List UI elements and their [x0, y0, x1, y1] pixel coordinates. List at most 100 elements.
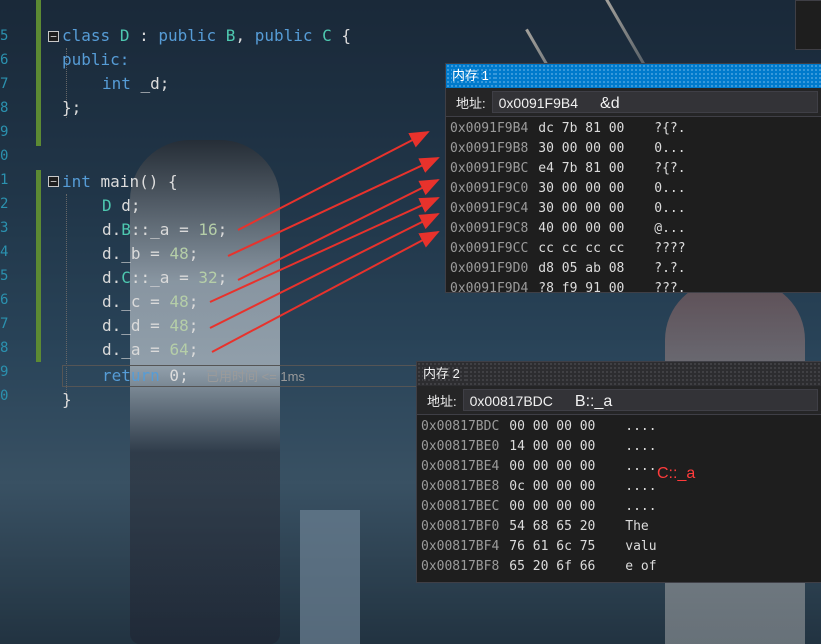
memory-ascii: ....	[625, 439, 657, 454]
memory-ascii: e of	[625, 559, 657, 574]
memory-row[interactable]: 0x0091F9C0 30 00 00 00 0...	[446, 179, 821, 199]
line-number: 7	[0, 76, 9, 92]
red-annotation-text: &d	[600, 95, 620, 112]
change-indicator-bar	[36, 170, 41, 362]
memory-row[interactable]: 0x0091F9CC cc cc cc cc????	[446, 239, 821, 259]
address-value: 0x00817BDC	[469, 393, 553, 409]
code-token: ;	[217, 268, 228, 287]
memory-ascii: 0...	[654, 181, 686, 196]
memory-ascii: 0...	[654, 141, 686, 156]
code-token: ;	[217, 220, 228, 239]
memory-bytes: 00 00 00 00	[509, 459, 596, 474]
address-input[interactable]: 0x0091F9B4 &d	[491, 91, 818, 113]
punct: {	[331, 26, 352, 45]
address-label: 地址:	[427, 393, 457, 409]
memory-ascii: ?{?.	[654, 161, 686, 176]
memory-bytes: 00 00 00 00	[509, 499, 596, 514]
memory-row[interactable]: 0x00817BF4 76 61 6c 75 valu	[417, 537, 821, 557]
keyword: int	[62, 172, 91, 191]
memory-row[interactable]: 0x0091F9BC e4 7b 81 00 ?{?.	[446, 159, 821, 179]
memory-window-title-text: 内存 1	[452, 68, 495, 83]
code-line-class-close: };	[62, 98, 82, 117]
line-number: 3	[0, 220, 9, 236]
memory-address: 0x00817BE8	[421, 479, 500, 494]
address-input[interactable]: 0x00817BDC B::_a	[462, 389, 818, 411]
memory-ascii: ....	[625, 479, 657, 494]
memory-row[interactable]: 0x0091F9D0 d8 05 ab 08?.?.	[446, 259, 821, 279]
memory-bytes: e4 7b 81 00	[538, 161, 625, 176]
memory-rows: 0x00817BDC 00 00 00 00.... 0x00817BE0 14 00…	[417, 415, 821, 577]
memory-bytes: cc cc cc cc	[538, 241, 625, 256]
address-bar: 地址: 0x00817BDC B::_a	[417, 386, 821, 415]
memory-row[interactable]: 0x0091F9C4 30 00 00 00 0...	[446, 199, 821, 219]
code-token: ::_a =	[130, 268, 199, 287]
memory-row[interactable]: 0x0091F9C8 40 00 00 00 @...	[446, 219, 821, 239]
memory-ascii: ....	[625, 459, 657, 474]
memory-row[interactable]: 0x00817BF0 54 68 65 20 The	[417, 517, 821, 537]
code-line-assignment: d._d = 48;	[102, 314, 198, 338]
type-name: B	[121, 220, 131, 239]
memory-bytes: 54 68 65 20	[509, 519, 596, 534]
line-number: 4	[0, 244, 9, 260]
perf-tip-elapsed[interactable]: 已用时间 <= 1ms	[206, 366, 305, 385]
type-name: D	[119, 26, 130, 45]
address-value: 0x0091F9B4	[498, 95, 579, 111]
memory-window-2[interactable]: 内存 2 地址: 0x00817BDC B::_a 0x00817BDC 00 00…	[416, 361, 821, 583]
code-token: ::_a =	[130, 220, 199, 239]
code-line-assignment: d.C::_a = 32;	[102, 266, 227, 290]
memory-ascii: ?.?.	[654, 261, 686, 276]
red-annotation-text: B::_a	[574, 393, 613, 410]
memory-address: 0x0091F9C8	[450, 221, 529, 236]
memory-address: 0x0091F9C4	[450, 201, 529, 216]
number-literal: 48	[169, 292, 189, 311]
memory-row[interactable]: 0x00817BE0 14 00 00 00....	[417, 437, 821, 457]
background-character	[130, 140, 280, 644]
memory-bytes: 30 00 00 00	[538, 181, 625, 196]
memory-address: 0x00817BE0	[421, 439, 500, 454]
number-literal: 32	[198, 268, 218, 287]
code-token: ;	[188, 340, 199, 359]
memory-ascii: ....	[625, 419, 657, 434]
memory-row[interactable]: 0x00817BE8 0c 00 00 00....	[417, 477, 821, 497]
collapse-toggle[interactable]: −	[48, 176, 59, 187]
keyword: public	[158, 26, 217, 45]
memory-window-title[interactable]: 内存 2	[417, 362, 821, 386]
memory-window-title[interactable]: 内存 1	[446, 64, 821, 88]
code-line-assignment: d._c = 48;	[102, 290, 198, 314]
memory-row[interactable]: 0x00817BF8 65 20 6f 66 e of	[417, 557, 821, 577]
memory-row[interactable]: 0x00817BE4 00 00 00 00....	[417, 457, 821, 477]
type-name: D	[102, 196, 112, 215]
line-number: 5	[0, 268, 9, 284]
number-literal: 16	[198, 220, 218, 239]
code-token: d._d =	[102, 316, 170, 335]
code-line-assignment: d._b = 48;	[102, 242, 198, 266]
keyword: public	[254, 26, 313, 45]
code-line-var-decl: D d;	[102, 194, 141, 218]
code-token: ;	[188, 244, 199, 263]
memory-window-1[interactable]: 内存 1 地址: 0x0091F9B4 &d 0x0091F9B4 dc 7b 81…	[445, 63, 821, 293]
collapse-toggle[interactable]: −	[48, 31, 59, 42]
memory-row[interactable]: 0x0091F9D4 ?8 f9 91 00???.	[446, 279, 821, 293]
memory-address: 0x0091F9C0	[450, 181, 529, 196]
line-number: 0	[0, 388, 9, 404]
keyword: return	[102, 366, 160, 385]
code-token: d._c =	[102, 292, 170, 311]
memory-address: 0x0091F9D4	[450, 281, 529, 293]
memory-bytes: 65 20 6f 66	[509, 559, 596, 574]
memory-row[interactable]: 0x0091F9B8 30 00 00 00 0...	[446, 139, 821, 159]
change-indicator-bar	[36, 0, 41, 146]
return-value: 0;	[159, 366, 189, 385]
memory-bytes: 00 00 00 00	[509, 419, 596, 434]
memory-bytes: 14 00 00 00	[509, 439, 596, 454]
code-token: d.	[102, 220, 122, 239]
code-line-access: public:	[62, 50, 130, 69]
code-token: ;	[188, 292, 199, 311]
line-number: 9	[0, 364, 9, 380]
address-label: 地址:	[456, 95, 486, 111]
memory-row[interactable]: 0x00817BDC 00 00 00 00....	[417, 417, 821, 437]
punct: :	[129, 26, 159, 45]
memory-row[interactable]: 0x00817BEC 00 00 00 00....	[417, 497, 821, 517]
line-number: 2	[0, 196, 9, 212]
type-name: C	[121, 268, 131, 287]
memory-row[interactable]: 0x0091F9B4 dc 7b 81 00 ?{?.	[446, 119, 821, 139]
